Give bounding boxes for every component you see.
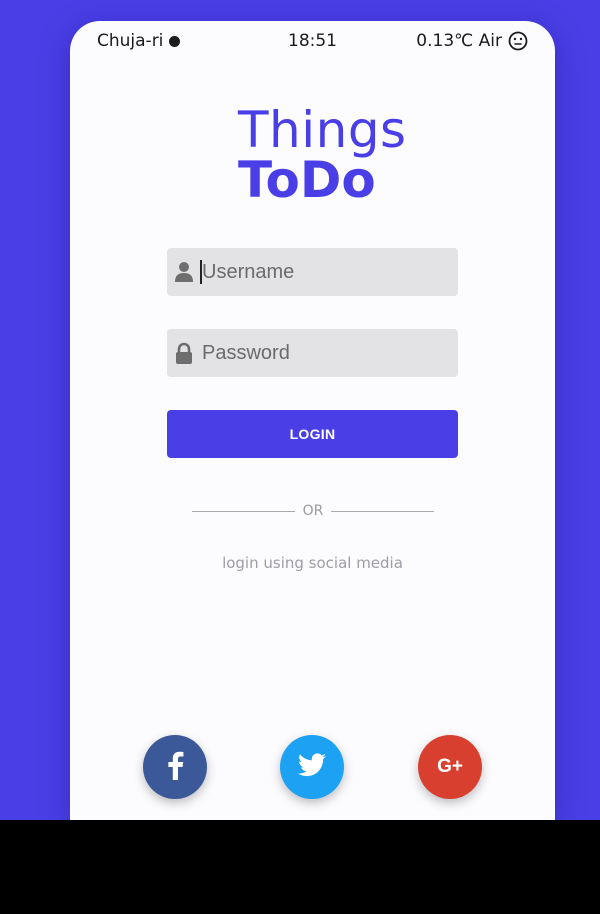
lock-icon bbox=[174, 342, 194, 364]
or-divider: OR bbox=[192, 501, 434, 521]
username-input[interactable] bbox=[202, 260, 442, 284]
status-weather: 0.13℃ Air bbox=[416, 31, 528, 51]
twitter-login-button[interactable] bbox=[280, 735, 344, 799]
facebook-icon bbox=[166, 750, 184, 784]
user-icon bbox=[174, 261, 194, 283]
status-bar: Chuja-ri 18:51 0.13℃ Air bbox=[70, 21, 555, 63]
text-caret bbox=[200, 260, 202, 284]
password-input[interactable] bbox=[202, 341, 442, 365]
status-weather-text: 0.13℃ Air bbox=[416, 31, 502, 51]
app-title: Things ToDo bbox=[238, 105, 407, 205]
neutral-face-icon bbox=[508, 31, 528, 51]
app-title-line2: ToDo bbox=[238, 151, 376, 209]
google-plus-login-button[interactable]: G+ bbox=[418, 735, 482, 799]
login-button[interactable]: LOGIN bbox=[167, 410, 458, 458]
bottom-black-bar bbox=[0, 820, 600, 914]
social-login-caption: login using social media bbox=[222, 554, 403, 572]
username-field[interactable] bbox=[167, 248, 458, 296]
divider-label: OR bbox=[302, 503, 324, 519]
password-field[interactable] bbox=[167, 329, 458, 377]
facebook-login-button[interactable] bbox=[143, 735, 207, 799]
app-title-line1: Things bbox=[238, 101, 407, 159]
google-plus-icon: G+ bbox=[437, 756, 463, 777]
phone-screen: Chuja-ri 18:51 0.13℃ Air Things ToDo Use… bbox=[70, 21, 555, 820]
divider-line-right bbox=[331, 510, 434, 512]
twitter-icon bbox=[298, 753, 326, 781]
divider-line-left bbox=[192, 510, 295, 512]
